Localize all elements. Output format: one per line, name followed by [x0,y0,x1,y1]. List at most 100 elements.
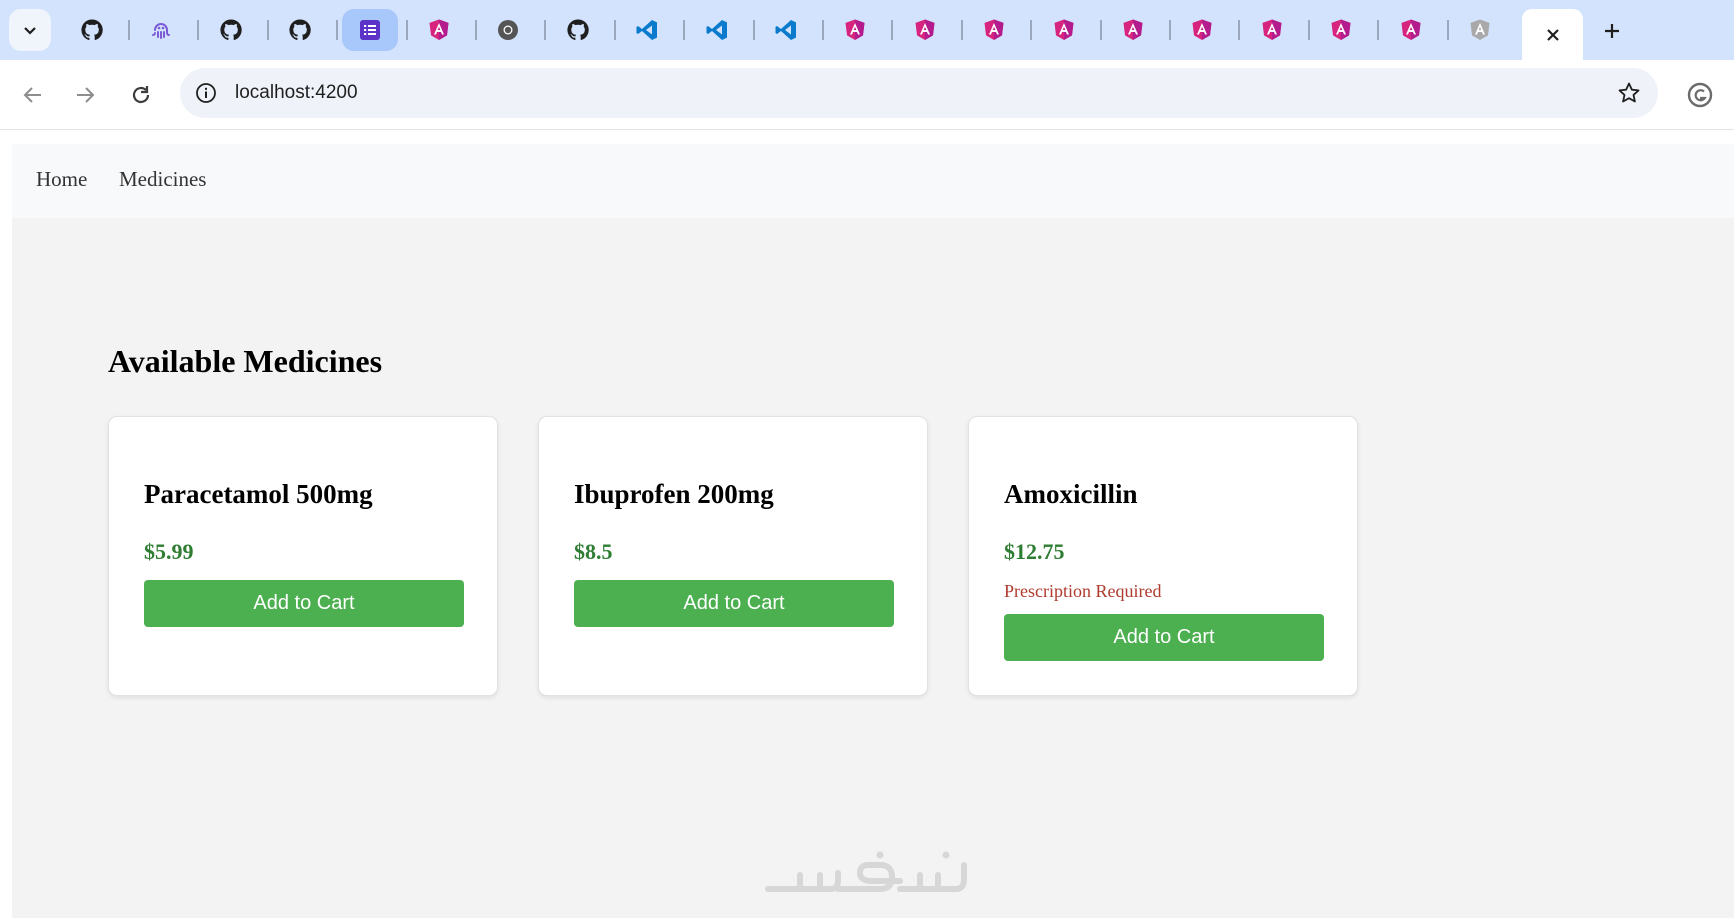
angular-icon [912,17,938,43]
angular-icon [981,17,1007,43]
browser-tab[interactable] [1313,9,1369,51]
site-info-icon[interactable] [194,81,218,105]
tab-separator [1377,20,1379,40]
add-to-cart-button[interactable]: Add to Cart [1004,614,1324,661]
browser-tab[interactable] [689,9,745,51]
tab-separator [1308,20,1310,40]
add-to-cart-button[interactable]: Add to Cart [144,580,464,627]
tab-separator [1169,20,1171,40]
close-icon[interactable] [1545,27,1561,43]
site-navbar: Home Medicines [12,144,1734,218]
medicine-name: Ibuprofen 200mg [574,479,774,509]
medicine-price: $8.5 [574,539,613,564]
angular-icon [1189,17,1215,43]
reload-icon [132,86,150,104]
tab-separator [891,20,893,40]
reload-button[interactable] [124,78,158,112]
medicine-price: $12.75 [1004,539,1065,564]
tab-separator [1100,20,1102,40]
tab-separator [1447,20,1449,40]
browser-tab[interactable] [619,9,675,51]
address-bar[interactable]: localhost:4200 [180,68,1658,118]
browser-toolbar: localhost:4200 [0,60,1734,130]
vscode-icon [773,17,799,43]
tab-separator [614,20,616,40]
tab-separator [1238,20,1240,40]
tab-separator [406,20,408,40]
browser-tab[interactable] [480,9,536,51]
new-tab-button[interactable] [1592,14,1632,48]
browser-tab[interactable] [203,9,259,51]
tab-separator [197,20,199,40]
browser-tab[interactable] [966,9,1022,51]
tab-separator [475,20,477,40]
browser-tab[interactable] [1452,9,1508,51]
angular-icon [1328,17,1354,43]
tab-separator [961,20,963,40]
browser-tab[interactable] [897,9,953,51]
tab-separator [683,20,685,40]
prescription-required-label: Prescription Required [1004,581,1162,601]
chevron-down-icon [24,27,36,35]
browser-tab[interactable] [342,9,398,51]
arrow-right-icon [77,87,95,103]
browser-tab[interactable] [758,9,814,51]
browser-tab[interactable] [272,9,328,51]
tab-active[interactable] [1522,9,1583,60]
arrow-left-icon [23,87,41,103]
browser-tab[interactable] [133,9,189,51]
nav-link-home[interactable]: Home [36,167,87,192]
angular-icon [1120,17,1146,43]
browser-tab[interactable] [64,9,120,51]
angular-icon [426,17,452,43]
tab-separator [1030,20,1032,40]
forward-button[interactable] [68,78,102,112]
browser-tab[interactable] [827,9,883,51]
browser-tab[interactable] [411,9,467,51]
vscode-icon [634,17,660,43]
tab-search-button[interactable] [9,9,51,51]
address-url[interactable]: localhost:4200 [235,81,358,105]
tab-separator [267,20,269,40]
github-icon [218,17,244,43]
grammarly-extension-icon[interactable] [1684,79,1716,111]
browser-tab[interactable] [1105,9,1161,51]
page-content: Home Medicines Available Medicines Parac… [12,144,1734,918]
angular-icon [1259,17,1285,43]
github-icon [565,17,591,43]
angular-gray-icon [1467,17,1493,43]
browser-tab[interactable] [1383,9,1439,51]
khamsat-watermark-logo [765,851,967,892]
browser-tab[interactable] [1036,9,1092,51]
tab-strip [0,0,1734,60]
medicine-name: Paracetamol 500mg [144,479,373,509]
tab-separator [753,20,755,40]
angular-icon [1398,17,1424,43]
medicine-card: Ibuprofen 200mg $8.5 Add to Cart [538,416,928,696]
plus-icon [1605,24,1619,38]
form-list-icon [357,17,383,43]
vscode-icon [704,17,730,43]
bookmark-star-icon[interactable] [1616,80,1642,106]
angular-icon [1051,17,1077,43]
nav-link-medicines[interactable]: Medicines [119,167,206,192]
browser-tab[interactable] [1174,9,1230,51]
github-icon [79,17,105,43]
github-icon [287,17,313,43]
angular-icon [842,17,868,43]
tab-separator [822,20,824,40]
tab-separator [336,20,338,40]
medicine-name: Amoxicillin [1004,479,1138,509]
browser-tab[interactable] [550,9,606,51]
medicine-card: Amoxicillin $12.75 Prescription Required… [968,416,1358,696]
back-button[interactable] [16,78,50,112]
medicine-price: $5.99 [144,539,194,564]
tab-separator [544,20,546,40]
tab-separator [128,20,130,40]
browser-tab[interactable] [1244,9,1300,51]
octopus-icon [148,17,174,43]
chrome-icon [495,17,521,43]
add-to-cart-button[interactable]: Add to Cart [574,580,894,627]
medicine-card: Paracetamol 500mg $5.99 Add to Cart [108,416,498,696]
page-title: Available Medicines [108,343,383,379]
